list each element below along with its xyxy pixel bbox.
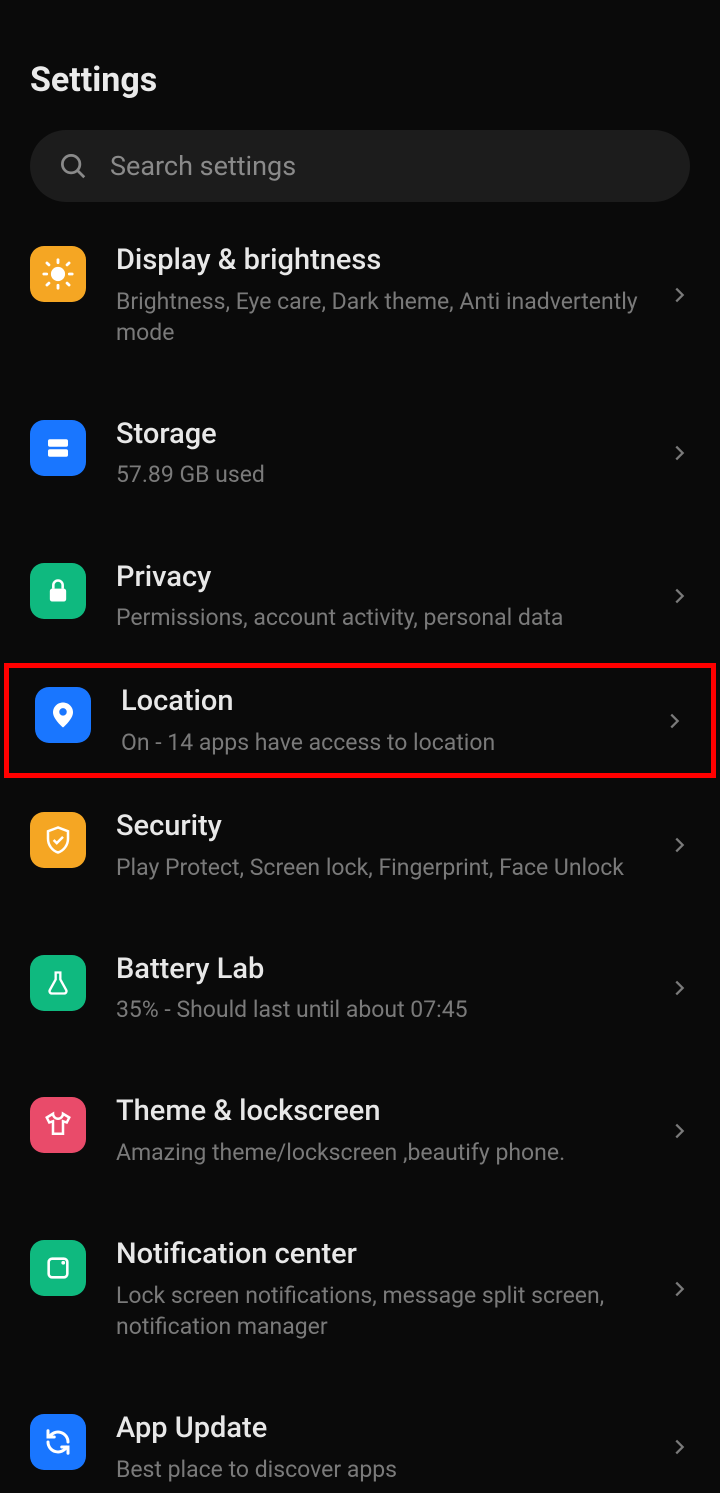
chevron-right-icon [668, 1120, 690, 1142]
page-title: Settings [0, 10, 720, 130]
chevron-right-icon [668, 585, 690, 607]
row-title: Storage [116, 416, 648, 454]
sync-icon [30, 1414, 86, 1470]
shield-icon [30, 812, 86, 868]
row-subtitle: On - 14 apps have access to location [121, 727, 643, 758]
location-icon [35, 687, 91, 743]
row-subtitle: 57.89 GB used [116, 459, 648, 490]
lock-icon [30, 563, 86, 619]
row-subtitle: Best place to discover apps [116, 1454, 648, 1485]
row-subtitle: Amazing theme/lockscreen ,beautify phone… [116, 1137, 648, 1168]
row-storage[interactable]: Storage 57.89 GB used [0, 396, 720, 511]
row-title: Display & brightness [116, 242, 648, 280]
search-icon [58, 151, 88, 181]
shirt-icon [30, 1097, 86, 1153]
settings-list: Display & brightness Brightness, Eye car… [0, 222, 720, 1493]
chevron-right-icon [663, 710, 685, 732]
search-placeholder: Search settings [110, 150, 296, 182]
chevron-right-icon [668, 1278, 690, 1300]
chevron-right-icon [668, 442, 690, 464]
chevron-right-icon [668, 834, 690, 856]
row-display[interactable]: Display & brightness Brightness, Eye car… [0, 222, 720, 368]
row-subtitle: Permissions, account activity, personal … [116, 602, 648, 633]
row-title: Battery Lab [116, 951, 648, 989]
search-input[interactable]: Search settings [30, 130, 690, 202]
row-title: App Update [116, 1410, 648, 1448]
row-title: Location [121, 683, 643, 721]
row-subtitle: Brightness, Eye care, Dark theme, Anti i… [116, 286, 648, 348]
row-privacy[interactable]: Privacy Permissions, account activity, p… [0, 539, 720, 654]
row-location[interactable]: Location On - 14 apps have access to loc… [4, 663, 716, 778]
storage-icon [30, 420, 86, 476]
row-title: Theme & lockscreen [116, 1093, 648, 1131]
row-subtitle: 35% - Should last until about 07:45 [116, 994, 648, 1025]
row-theme[interactable]: Theme & lockscreen Amazing theme/lockscr… [0, 1073, 720, 1188]
row-notification[interactable]: Notification center Lock screen notifica… [0, 1216, 720, 1362]
chevron-right-icon [668, 1436, 690, 1458]
notification-icon [30, 1240, 86, 1296]
row-subtitle: Play Protect, Screen lock, Fingerprint, … [116, 852, 648, 883]
brightness-icon [30, 246, 86, 302]
row-subtitle: Lock screen notifications, message split… [116, 1280, 648, 1342]
row-title: Privacy [116, 559, 648, 597]
row-security[interactable]: Security Play Protect, Screen lock, Fing… [0, 788, 720, 903]
row-battery[interactable]: Battery Lab 35% - Should last until abou… [0, 931, 720, 1046]
row-title: Notification center [116, 1236, 648, 1274]
chevron-right-icon [668, 977, 690, 999]
row-title: Security [116, 808, 648, 846]
row-app-update[interactable]: App Update Best place to discover apps [0, 1390, 720, 1493]
flask-icon [30, 955, 86, 1011]
chevron-right-icon [668, 284, 690, 306]
